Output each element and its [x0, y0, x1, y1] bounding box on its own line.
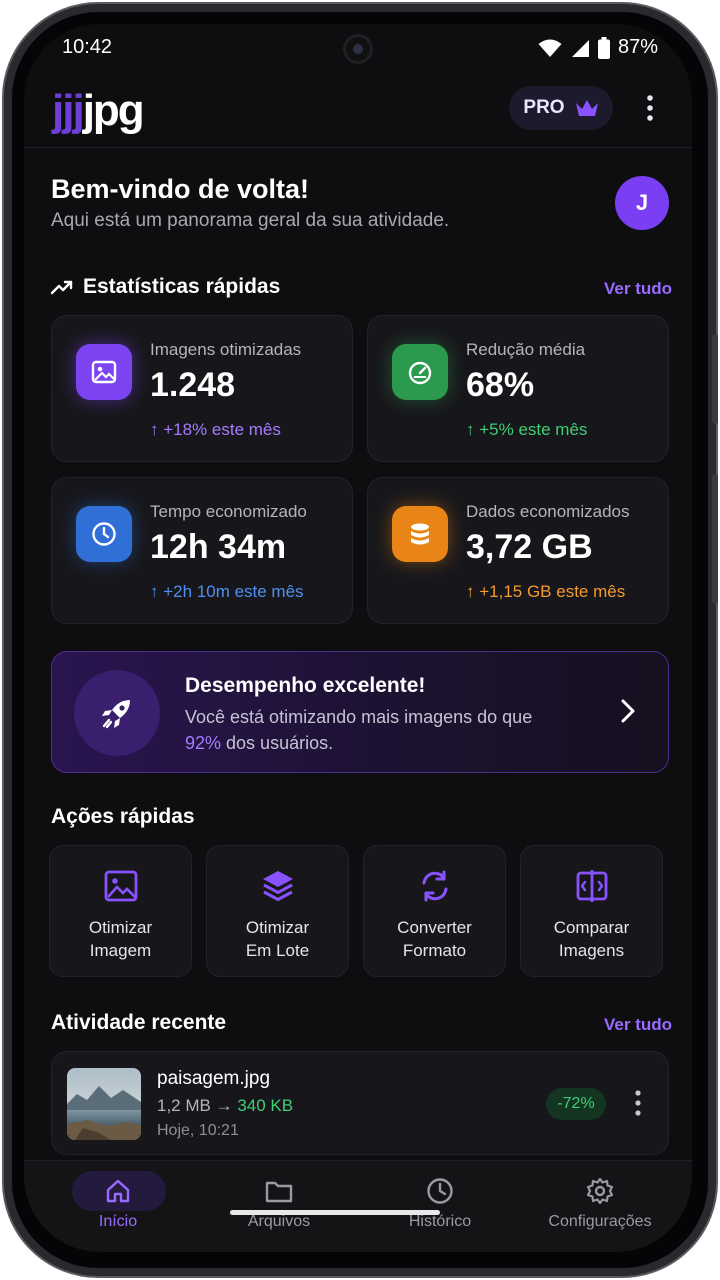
avatar[interactable]: J	[615, 176, 669, 230]
stat-icon-bg	[392, 506, 448, 562]
stat-label: Imagens otimizadas	[150, 340, 302, 359]
see-all-recent-link[interactable]: Ver tudo	[604, 1015, 672, 1035]
home-indicator[interactable]	[230, 1210, 440, 1215]
clock-icon	[92, 522, 116, 546]
status-time: 10:42	[62, 36, 113, 58]
front-camera	[343, 34, 373, 64]
layers-icon	[262, 871, 293, 901]
nav-item-home[interactable]: Início	[38, 1171, 198, 1231]
status-icons: 87%	[538, 36, 658, 59]
action-batch-optimize[interactable]: Otimizar Em Lote	[206, 845, 349, 977]
stat-icon-bg	[76, 506, 132, 562]
compare-icon	[576, 870, 607, 902]
stat-value: 68%	[466, 366, 535, 404]
welcome-subtitle: Aqui está um panorama geral da sua ativi…	[51, 210, 450, 231]
stat-icon-bg	[392, 344, 448, 400]
performance-title: Desempenho excelente!	[185, 674, 426, 697]
stat-trend: ↑ +2h 10m este mês	[150, 582, 304, 601]
image-icon	[104, 870, 137, 902]
stat-label: Dados economizados	[466, 502, 630, 521]
stat-trend: ↑ +1,15 GB este mês	[466, 582, 626, 601]
nav-item-files[interactable]: Arquivos	[199, 1171, 359, 1231]
action-label: Otimizar Imagem	[88, 918, 153, 960]
stat-value: 1.248	[150, 366, 236, 404]
performance-banner[interactable]: Desempenho excelente! Você está otimizan…	[51, 651, 669, 773]
pro-label: PRO	[523, 97, 565, 118]
nav-label: Histórico	[408, 1213, 472, 1230]
recent-activity-title: Atividade recente	[51, 1011, 227, 1034]
database-icon	[411, 523, 429, 545]
action-convert-format[interactable]: Converter Formato	[363, 845, 506, 977]
stat-trend: ↑ +5% este mês	[466, 420, 588, 439]
quick-stats-title: Estatísticas rápidas	[83, 275, 281, 298]
signal-icon	[571, 39, 589, 57]
stat-value: 12h 34m	[150, 528, 287, 566]
action-label: Converter Formato	[397, 918, 472, 960]
nav-label: Arquivos	[247, 1213, 311, 1230]
item-more-icon[interactable]	[634, 1090, 642, 1116]
history-icon	[427, 1178, 453, 1204]
image-thumbnail	[67, 1068, 141, 1140]
welcome-title: Bem-vindo de volta!	[51, 174, 310, 204]
stat-card-average-reduction[interactable]: Redução média 68% ↑ +5% este mês	[367, 315, 669, 462]
stat-card-time-saved[interactable]: Tempo economizado 12h 34m ↑ +2h 10m este…	[51, 477, 353, 624]
trending-up-icon	[51, 280, 73, 295]
recent-item[interactable]: paisagem.jpg 1,2 MB → 340 KB Hoje, 10:21…	[51, 1051, 669, 1155]
file-timestamp: Hoje, 10:21	[157, 1122, 239, 1139]
see-all-stats-link[interactable]: Ver tudo	[604, 279, 672, 299]
nav-item-history[interactable]: Histórico	[360, 1171, 520, 1231]
file-size-change: 1,2 MB → 340 KB	[157, 1096, 294, 1115]
nav-item-settings[interactable]: Configurações	[520, 1171, 680, 1231]
folder-icon	[265, 1181, 293, 1203]
battery-percent: 87%	[617, 36, 658, 58]
settings-icon	[586, 1177, 614, 1205]
stat-icon-bg	[76, 344, 132, 400]
battery-icon	[597, 36, 610, 59]
action-label: Otimizar Em Lote	[245, 918, 310, 960]
app-header: jjjjpg PRO	[24, 80, 692, 148]
stat-value: 3,72 GB	[466, 528, 593, 566]
convert-icon	[422, 870, 447, 902]
stat-trend: ↑ +18% este mês	[150, 420, 281, 439]
screen: 10:42 87% jjjjpg PRO Bem-vindo de volta!…	[24, 24, 692, 1252]
rocket-icon	[102, 700, 130, 729]
stat-label: Redução média	[466, 340, 586, 359]
quick-actions-title: Ações rápidas	[51, 805, 195, 828]
image-icon	[91, 360, 117, 384]
rocket-badge	[74, 670, 160, 756]
more-options-icon[interactable]	[640, 94, 660, 122]
stat-card-data-saved[interactable]: Dados economizados 3,72 GB ↑ +1,15 GB es…	[367, 477, 669, 624]
nav-label: Início	[98, 1213, 138, 1230]
wifi-icon	[538, 39, 562, 57]
quick-stats-heading: Estatísticas rápidas	[51, 275, 280, 299]
performance-highlight: 92%	[185, 733, 222, 753]
status-bar: 10:42 87%	[24, 24, 692, 72]
speedometer-icon	[408, 361, 432, 385]
file-name: paisagem.jpg	[157, 1068, 271, 1089]
power-button	[712, 474, 718, 604]
app-logo: jjjjpg	[52, 86, 145, 135]
action-label: Comparar Imagens	[553, 918, 630, 960]
pro-button[interactable]: PRO	[509, 86, 613, 130]
crown-icon	[575, 100, 598, 116]
action-optimize-image[interactable]: Otimizar Imagem	[49, 845, 192, 977]
stat-card-optimized-images[interactable]: Imagens otimizadas 1.248 ↑ +18% este mês	[51, 315, 353, 462]
home-icon	[106, 1179, 130, 1203]
volume-button	[712, 334, 718, 424]
chevron-right-icon	[621, 699, 635, 723]
bottom-nav: Início Arquivos Histórico Configurações	[24, 1160, 692, 1252]
nav-label: Configurações	[548, 1213, 652, 1230]
action-compare-images[interactable]: Comparar Imagens	[520, 845, 663, 977]
stat-label: Tempo economizado	[150, 502, 307, 521]
performance-description: Você está otimizando mais imagens do que…	[185, 707, 533, 753]
reduction-badge: -72%	[546, 1088, 606, 1120]
